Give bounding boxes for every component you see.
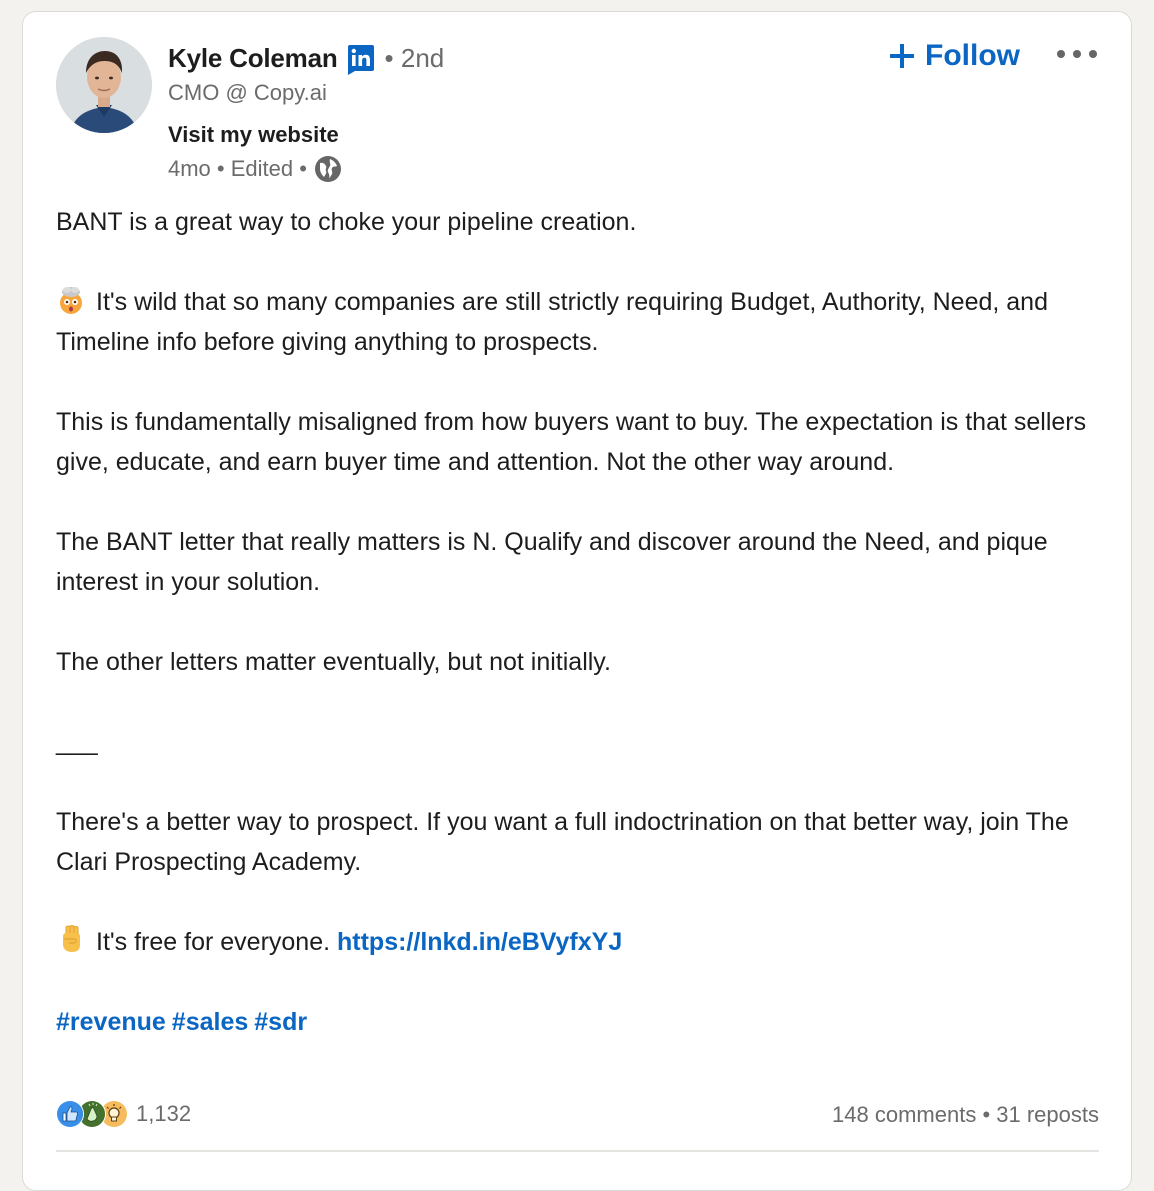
post-timestamp[interactable]: 4mo: [168, 156, 211, 182]
post-paragraph: There's a better way to prospect. If you…: [56, 808, 1069, 876]
hashtag-link[interactable]: #sdr: [254, 1008, 307, 1036]
ellipsis-icon: [1057, 50, 1097, 58]
post-paragraph-with-link: It's free for everyone. https://lnkd.in/…: [56, 922, 1096, 962]
author-name[interactable]: Kyle Coleman: [168, 43, 338, 74]
hashtag-link[interactable]: #sales: [172, 1008, 248, 1036]
author-headline: CMO @ Copy.ai: [168, 80, 327, 105]
feed-post-card: Kyle Coleman • 2nd CMO @ Copy.ai Visit m…: [22, 11, 1132, 1191]
raised-fist-emoji: [56, 924, 86, 955]
visit-website-link[interactable]: Visit my website: [168, 122, 339, 148]
author-avatar[interactable]: [56, 37, 152, 133]
post-paragraph: This is fundamentally misaligned from ho…: [56, 408, 1087, 476]
hashtags: #revenue #sales #sdr: [56, 1002, 1096, 1042]
social-counts: 148 comments • 31 reposts: [832, 1102, 1099, 1128]
post-paragraph-text: It's free for everyone.: [96, 928, 331, 956]
author-name-row: Kyle Coleman • 2nd: [168, 39, 444, 77]
post-paragraph: The other letters matter eventually, but…: [56, 648, 611, 676]
engagement-divider: [56, 1150, 1099, 1152]
post-paragraph-text: It's wild that so many companies are sti…: [56, 288, 1048, 356]
post-divider-text: ___: [56, 728, 98, 756]
reaction-count[interactable]: 1,132: [136, 1101, 191, 1127]
meta-separator: •: [299, 156, 307, 181]
hashtag-link[interactable]: #revenue: [56, 1008, 166, 1036]
linkedin-premium-icon: [347, 45, 375, 75]
post-body: BANT is a great way to choke your pipeli…: [56, 202, 1096, 1082]
post-paragraph: The BANT letter that really matters is N…: [56, 528, 1048, 596]
post-paragraph-with-emoji: It's wild that so many companies are sti…: [56, 282, 1096, 362]
plus-icon: [890, 44, 914, 68]
post-paragraph: BANT is a great way to choke your pipeli…: [56, 208, 637, 236]
post-meta: 4mo • Edited •: [168, 155, 342, 183]
avatar-photo: [56, 37, 152, 133]
counts-separator: •: [976, 1102, 997, 1127]
edited-label: Edited: [230, 156, 294, 181]
more-options-button[interactable]: [1053, 42, 1101, 66]
meta-separator: •: [216, 156, 225, 181]
exploding-head-emoji: [56, 285, 86, 315]
post-external-link[interactable]: https://lnkd.in/eBVyfxYJ: [337, 928, 622, 956]
globe-icon: [314, 155, 342, 183]
comments-count[interactable]: 148 comments: [832, 1102, 976, 1127]
follow-label: Follow: [925, 39, 1020, 72]
reposts-count[interactable]: 31 reposts: [996, 1102, 1099, 1127]
reaction-icons: [56, 1100, 128, 1128]
reactions-summary[interactable]: 1,132: [56, 1100, 191, 1128]
follow-button[interactable]: Follow: [889, 36, 1020, 76]
connection-degree: • 2nd: [384, 42, 445, 73]
like-icon: [56, 1100, 84, 1128]
